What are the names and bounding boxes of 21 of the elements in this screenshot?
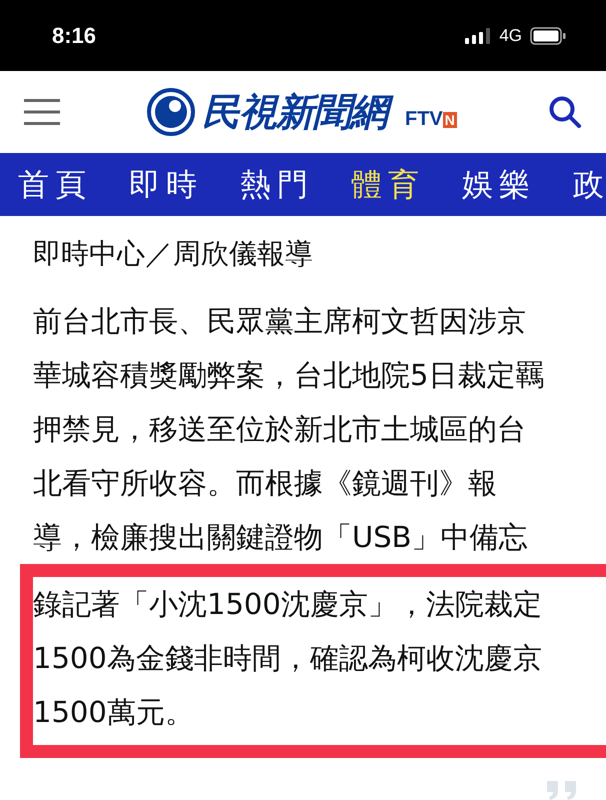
article-paragraph: 前台北市長、民眾黨主席柯文哲因涉京 華城容積獎勵弊案，台北地院5日裁定羈 押禁見，移送至位於新北市土城區的台 北看守所收容。而根據《鏡週刊》報 導，檢廉搜出關鍵證物「USB」中備忘 — [33, 303, 546, 556]
network-label: 4G — [499, 26, 522, 46]
menu-icon[interactable] — [24, 99, 60, 125]
battery-icon — [530, 26, 566, 44]
eye-icon — [146, 87, 196, 137]
signal-icon — [465, 28, 492, 44]
nav-tab[interactable]: 首頁 — [18, 164, 92, 206]
nav-tab[interactable]: 娛樂 — [462, 164, 536, 206]
quote-icon — [545, 779, 579, 800]
nav-tab[interactable]: 政 — [573, 164, 606, 206]
logo-text: 民視新聞網 — [200, 87, 393, 137]
highlighted-text: 錄記著「小沈1500沈慶京」，法院裁定 1500為金錢非時間，確認為柯收沈慶京 1500萬元。 — [33, 586, 543, 731]
search-icon[interactable] — [548, 95, 582, 129]
status-time: 8:16 — [52, 22, 96, 48]
logo-badge: N — [442, 112, 457, 128]
logo-subtext: FTV — [405, 108, 443, 131]
nav-tab[interactable]: 即時 — [129, 164, 203, 206]
nav-tab[interactable]: 熱門 — [240, 164, 314, 206]
site-logo[interactable]: 民視新聞網 FTV N — [146, 87, 457, 137]
nav-tab[interactable]: 體育 — [351, 164, 425, 206]
byline: 即時中心／周欣儀報導 — [32, 236, 314, 272]
